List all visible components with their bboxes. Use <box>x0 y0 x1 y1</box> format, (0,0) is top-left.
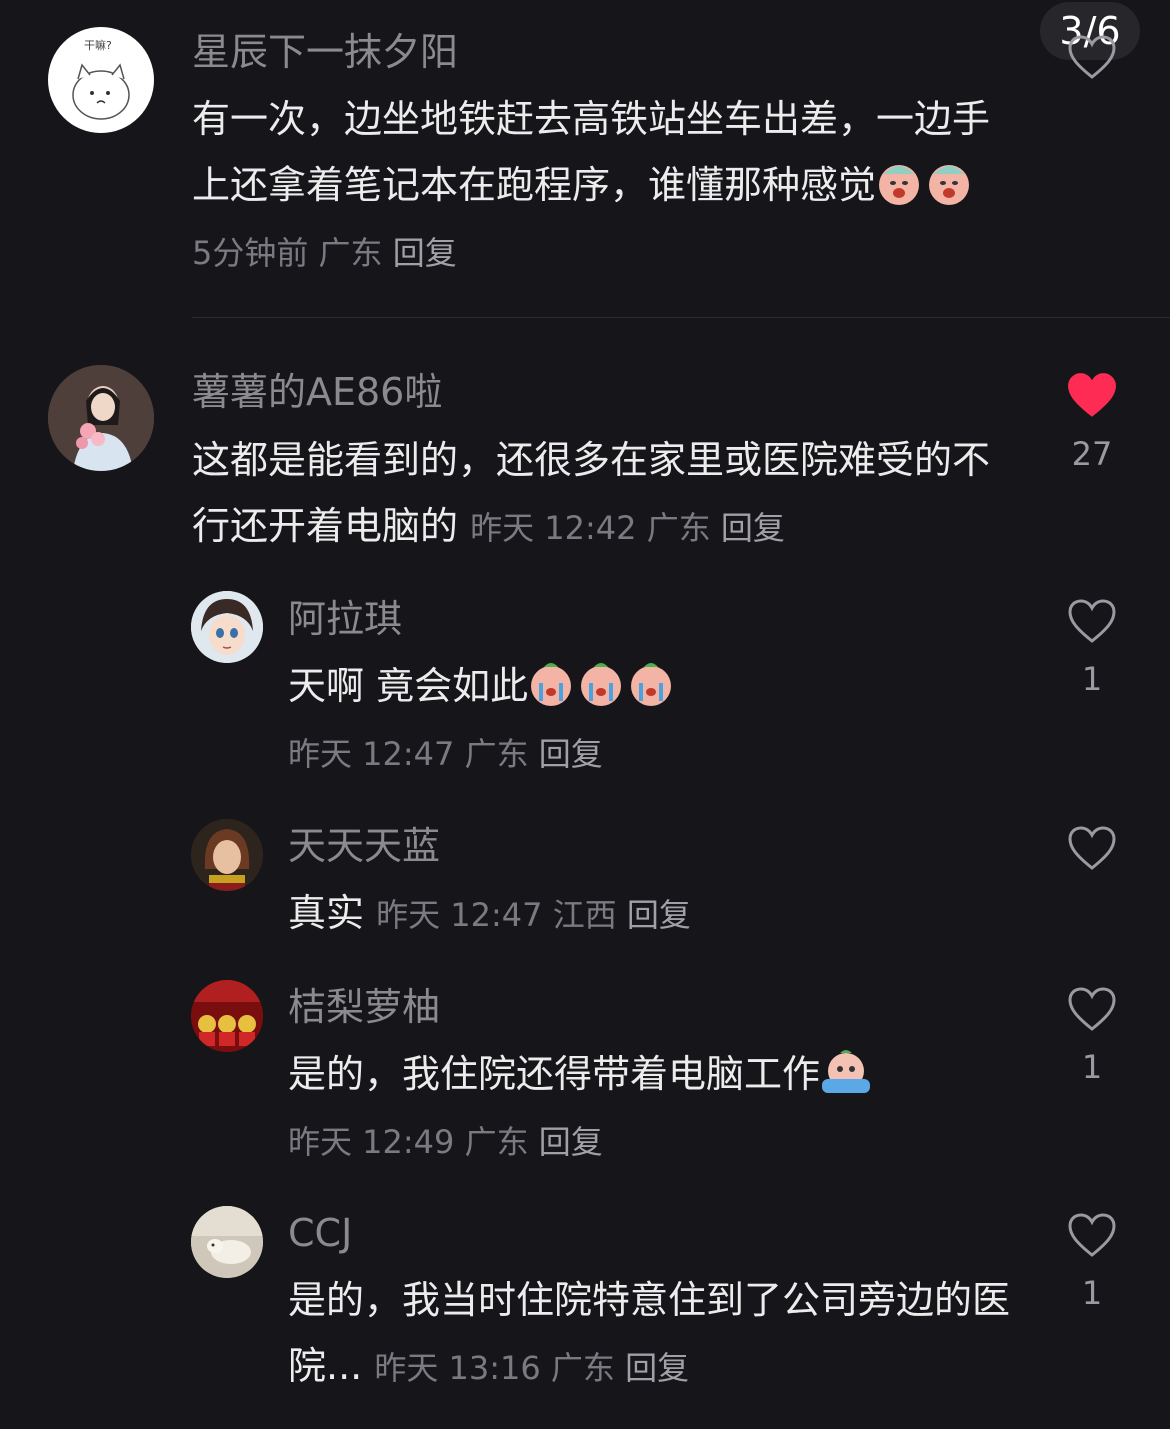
heart-outline-icon <box>1068 826 1116 870</box>
reply-location: 广东 <box>464 735 529 773</box>
comment-location: 广东 <box>646 509 711 547</box>
reply-text: 是的，我住院还得带着电脑工作 <box>288 1052 821 1096</box>
reply-body: 天啊 竟会如此 <box>288 653 1008 719</box>
crying-emoji <box>628 661 674 707</box>
like-count: 1 <box>1081 1048 1103 1086</box>
avatar-caption: 干嘛? <box>84 38 112 52</box>
reply-button[interactable]: 回复 <box>539 735 603 773</box>
reply-username[interactable]: CCJ <box>288 1209 352 1257</box>
like-button[interactable]: 1 <box>1062 599 1122 699</box>
like-count: 1 <box>1081 1274 1103 1312</box>
reply-time: 昨天 12:47 <box>288 735 455 773</box>
reply-button[interactable]: 回复 <box>393 234 457 272</box>
reply-button[interactable]: 回复 <box>627 896 691 934</box>
reply-location: 广东 <box>464 1123 529 1161</box>
heart-outline-icon <box>1068 1213 1116 1257</box>
comment-location: 广东 <box>318 234 383 272</box>
reply-button[interactable]: 回复 <box>539 1123 603 1161</box>
reply-username[interactable]: 阿拉琪 <box>288 595 402 643</box>
reply-time: 昨天 13:16 <box>374 1349 541 1387</box>
reply-text: 天啊 竟会如此 <box>288 664 529 708</box>
crying-emoji <box>578 661 624 707</box>
like-count: 27 <box>1071 435 1113 473</box>
reply-text: 真实 <box>288 891 365 935</box>
crying-emoji <box>820 1049 871 1095</box>
comment-meta: 昨天 12:42 广东 回复 <box>470 509 785 547</box>
divider <box>192 317 1170 318</box>
crying-emoji <box>876 160 922 206</box>
heart-outline-icon <box>1068 599 1116 643</box>
heart-outline-icon <box>1068 987 1116 1031</box>
heart-outline-icon <box>1068 35 1116 79</box>
reply-body: 是的，我住院还得带着电脑工作 <box>288 1041 1008 1107</box>
comment-time: 昨天 12:42 <box>470 509 637 547</box>
avatar[interactable]: 干嘛? <box>48 27 154 133</box>
reply-body: 是的，我当时住院特意住到了公司旁边的医院... 昨天 13:16 广东 回复 <box>288 1267 1013 1401</box>
reply-meta: 昨天 12:49 广东 回复 <box>288 1120 603 1164</box>
reply-username[interactable]: 桔梨萝柚 <box>288 983 440 1031</box>
comment-text: 有一次，边坐地铁赶去高铁站坐车出差，一边手上还拿着笔记本在跑程序，谁懂那种感觉 <box>192 97 991 207</box>
reply-meta: 昨天 12:47 广东 回复 <box>288 732 603 776</box>
reply-location: 广东 <box>550 1349 615 1387</box>
reply-meta: 昨天 13:16 广东 回复 <box>374 1349 689 1387</box>
comment-username[interactable]: 薯薯的AE86啦 <box>192 368 442 416</box>
reply-time: 昨天 12:49 <box>288 1123 455 1161</box>
like-button[interactable]: 1 <box>1062 987 1122 1087</box>
avatar[interactable] <box>191 980 263 1052</box>
reply-username[interactable]: 天天天蓝 <box>288 822 440 870</box>
like-button[interactable]: 27 <box>1062 372 1122 474</box>
reply-button[interactable]: 回复 <box>721 509 785 547</box>
like-button[interactable] <box>1062 35 1122 81</box>
reply-location: 江西 <box>552 896 617 934</box>
crying-emoji <box>528 661 574 707</box>
reply-meta: 昨天 12:47 江西 回复 <box>376 896 691 934</box>
comment-body: 有一次，边坐地铁赶去高铁站坐车出差，一边手上还拿着笔记本在跑程序，谁懂那种感觉 … <box>192 86 1007 286</box>
comment-username[interactable]: 星辰下一抹夕阳 <box>192 28 458 76</box>
heart-filled-icon <box>1068 373 1116 417</box>
reply-button[interactable]: 回复 <box>625 1349 689 1387</box>
avatar[interactable] <box>48 365 154 471</box>
comment-body: 这都是能看到的，还很多在家里或医院难受的不行还开着电脑的 昨天 12:42 广东… <box>192 427 1007 561</box>
avatar[interactable] <box>191 819 263 891</box>
like-count: 1 <box>1081 660 1103 698</box>
reply-body: 真实 昨天 12:47 江西 回复 <box>288 880 1008 948</box>
like-button[interactable] <box>1062 826 1122 872</box>
comment-time: 5分钟前 <box>192 234 309 272</box>
avatar[interactable] <box>191 1206 263 1278</box>
comment-meta: 5分钟前 广东 回复 <box>192 234 457 272</box>
like-button[interactable]: 1 <box>1062 1213 1122 1313</box>
avatar[interactable] <box>191 591 263 663</box>
reply-time: 昨天 12:47 <box>376 896 543 934</box>
crying-emoji <box>926 160 972 206</box>
